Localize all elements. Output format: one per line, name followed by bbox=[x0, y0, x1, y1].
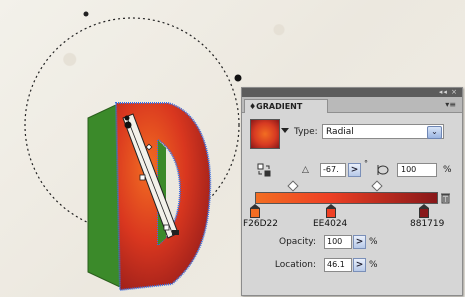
swatch-dropdown-arrow-icon[interactable] bbox=[281, 128, 289, 133]
aspect-ratio-icon bbox=[377, 165, 389, 175]
gradient-midpoint-1[interactable] bbox=[287, 180, 299, 192]
panel-titlebar[interactable]: ◂◂ × bbox=[242, 88, 462, 97]
angle-dropdown-button[interactable]: > bbox=[348, 163, 361, 177]
type-select[interactable]: Radial ⌄ bbox=[322, 124, 444, 139]
angle-icon: △ bbox=[302, 165, 309, 175]
aspect-percent-sign: % bbox=[443, 165, 452, 175]
aspect-ratio-field[interactable]: 100 bbox=[397, 163, 437, 177]
type-select-value: Radial bbox=[326, 127, 354, 137]
location-field[interactable]: 46.1 bbox=[324, 258, 352, 272]
color-stop-2[interactable] bbox=[326, 204, 336, 218]
annotator-rotate-handle[interactable] bbox=[83, 11, 89, 17]
panel-tabbar: ♦GRADIENT ▾≡ bbox=[242, 97, 462, 113]
delete-stop-icon[interactable] bbox=[441, 192, 450, 204]
reverse-gradient-icon[interactable] bbox=[257, 163, 271, 177]
gradient-panel: ◂◂ × ♦GRADIENT ▾≡ Type: Radial ⌄ △ -67. … bbox=[241, 87, 463, 296]
opacity-label: Opacity: bbox=[279, 237, 316, 247]
stop-label-3: 881719 bbox=[410, 219, 445, 229]
type-label: Type: bbox=[294, 127, 318, 137]
color-stop-3[interactable] bbox=[419, 204, 429, 218]
tab-gradient[interactable]: ♦GRADIENT bbox=[244, 99, 328, 113]
opacity-field[interactable]: 100 bbox=[324, 235, 352, 249]
annotator-resize-handle[interactable] bbox=[234, 74, 242, 82]
panel-collapse-close-controls[interactable]: ◂◂ × bbox=[439, 88, 458, 97]
dropdown-arrow-icon[interactable]: ⌄ bbox=[427, 126, 442, 139]
degree-symbol: ° bbox=[364, 159, 368, 168]
gradient-ramp[interactable] bbox=[255, 180, 438, 204]
tab-gradient-label: GRADIENT bbox=[256, 102, 303, 111]
gradient-midpoint-2[interactable] bbox=[371, 180, 383, 192]
gradient-ramp-bar[interactable] bbox=[255, 192, 438, 204]
panel-menu-icon[interactable]: ▾≡ bbox=[445, 100, 456, 109]
opacity-percent-sign: % bbox=[369, 237, 378, 247]
angle-field[interactable]: -67. bbox=[320, 163, 346, 177]
location-label: Location: bbox=[274, 260, 316, 270]
color-stop-1[interactable] bbox=[250, 204, 260, 218]
opacity-dropdown-button[interactable]: > bbox=[353, 235, 366, 249]
location-dropdown-button[interactable]: > bbox=[353, 258, 366, 272]
gradient-swatch[interactable] bbox=[250, 119, 280, 149]
location-percent-sign: % bbox=[369, 260, 378, 270]
stop-label-2: EE4024 bbox=[313, 219, 348, 229]
stop-label-1: F26D22 bbox=[243, 219, 279, 229]
